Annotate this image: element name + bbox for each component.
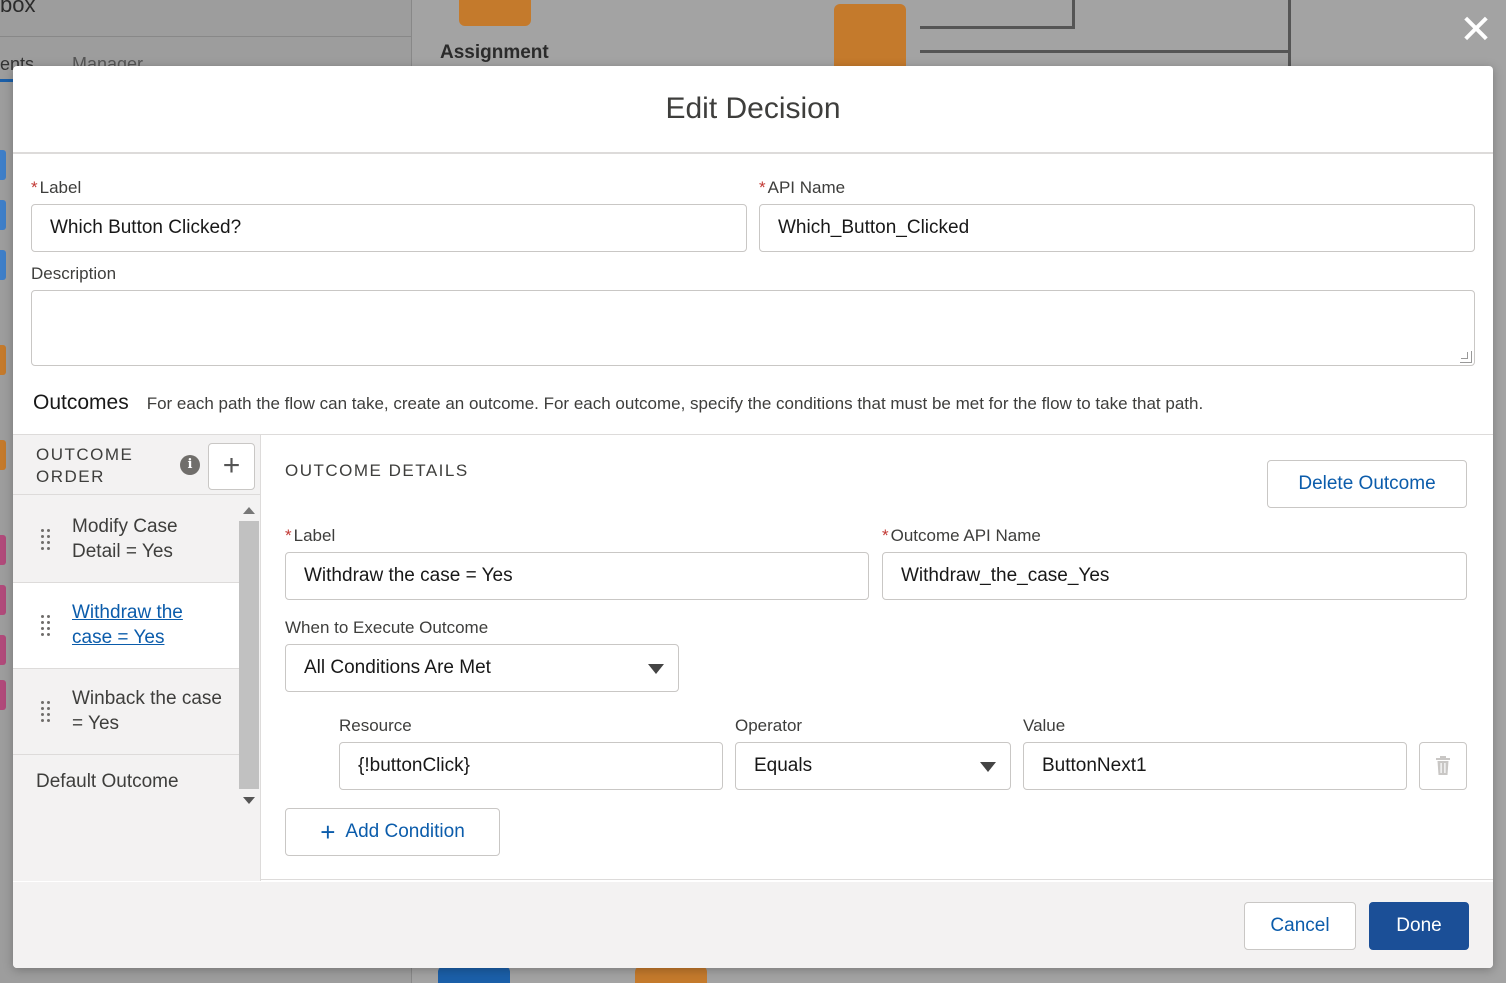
resize-handle-icon[interactable]: [1460, 351, 1472, 363]
add-outcome-button[interactable]: +: [208, 443, 255, 490]
delete-condition-button[interactable]: [1419, 742, 1467, 790]
outcomes-title: Outcomes: [33, 391, 129, 414]
outcome-item-label[interactable]: Withdraw the case = Yes: [72, 600, 222, 650]
chevron-down-icon: [980, 762, 996, 772]
modal-footer: Cancel Done: [13, 882, 1493, 968]
resource-label: Resource: [339, 716, 412, 735]
modal-header: Edit Decision: [13, 66, 1493, 154]
trash-icon: [1436, 756, 1450, 775]
outcomes-header: Outcomes For each path the flow can take…: [33, 391, 1203, 415]
drag-handle-icon[interactable]: [41, 701, 51, 723]
delete-outcome-button[interactable]: Delete Outcome: [1267, 460, 1467, 508]
assignment-node-label: Assignment: [440, 42, 549, 63]
outcome-editor: OUTCOME ORDER i + Modify Case Detail = Y…: [13, 434, 1493, 881]
outcome-item-winback-case[interactable]: Winback the case = Yes: [13, 669, 239, 755]
outcome-details-panel: OUTCOME DETAILS Delete Outcome * Label Wi…: [262, 435, 1493, 881]
outcome-item-label: Modify Case Detail = Yes: [72, 516, 178, 562]
assignment-node: [459, 0, 531, 26]
plus-icon: +: [222, 449, 241, 482]
outcome-list: Modify Case Detail = Yes Withdraw the ca…: [13, 497, 239, 755]
outcome-api-name-caption: * Outcome API Name: [882, 526, 1041, 545]
operator-label: Operator: [735, 716, 803, 735]
toolbox-title: box: [0, 0, 36, 17]
modal-title: Edit Decision: [665, 92, 841, 125]
outcome-item-label: Winback the case = Yes: [72, 688, 222, 734]
outcome-item-withdraw-case[interactable]: Withdraw the case = Yes: [13, 583, 239, 669]
api-name-field-label: * API Name: [759, 178, 846, 197]
default-outcome[interactable]: Default Outcome: [36, 771, 179, 793]
scroll-up-icon[interactable]: [243, 507, 255, 514]
outcome-item-modify-case[interactable]: Modify Case Detail = Yes: [13, 497, 239, 583]
operator-select[interactable]: Equals: [735, 742, 1011, 790]
chevron-down-icon: [648, 664, 664, 674]
description-textarea[interactable]: [31, 290, 1475, 366]
outcome-api-name-input[interactable]: Withdraw_the_case_Yes: [882, 552, 1467, 600]
cancel-button[interactable]: Cancel: [1244, 902, 1356, 950]
outcome-order-title: OUTCOME ORDER: [36, 445, 134, 486]
description-label: Description: [31, 264, 117, 283]
drag-handle-icon[interactable]: [41, 615, 51, 637]
plus-icon: +: [320, 817, 336, 847]
outcome-list-scrollbar[interactable]: [239, 497, 259, 813]
info-icon[interactable]: i: [180, 455, 200, 475]
outcome-details-title: OUTCOME DETAILS: [285, 461, 469, 480]
outcome-label-caption: * Label: [285, 526, 336, 545]
api-name-input[interactable]: Which_Button_Clicked: [759, 204, 1475, 252]
edit-decision-modal: Edit Decision * Label Which Button Clicke…: [13, 66, 1493, 968]
resource-input[interactable]: {!buttonClick}: [339, 742, 723, 790]
value-input[interactable]: ButtonNext1: [1023, 742, 1407, 790]
drag-handle-icon[interactable]: [41, 529, 51, 551]
scroll-down-icon[interactable]: [243, 797, 255, 804]
outcome-label-input[interactable]: Withdraw the case = Yes: [285, 552, 869, 600]
outcomes-help-text: For each path the flow can take, create …: [146, 394, 1204, 413]
scroll-thumb[interactable]: [239, 521, 259, 789]
label-input[interactable]: Which Button Clicked?: [31, 204, 747, 252]
add-condition-button[interactable]: + Add Condition: [285, 808, 500, 856]
description-field: Description: [31, 264, 1475, 366]
label-field-label: * Label: [31, 178, 82, 197]
close-icon[interactable]: ✕: [1456, 10, 1496, 50]
outcome-order-panel: OUTCOME ORDER i + Modify Case Detail = Y…: [13, 435, 261, 881]
when-to-execute-select[interactable]: All Conditions Are Met: [285, 644, 679, 692]
value-label: Value: [1023, 716, 1066, 735]
when-to-execute-label: When to Execute Outcome: [285, 618, 489, 637]
done-button[interactable]: Done: [1369, 902, 1469, 950]
